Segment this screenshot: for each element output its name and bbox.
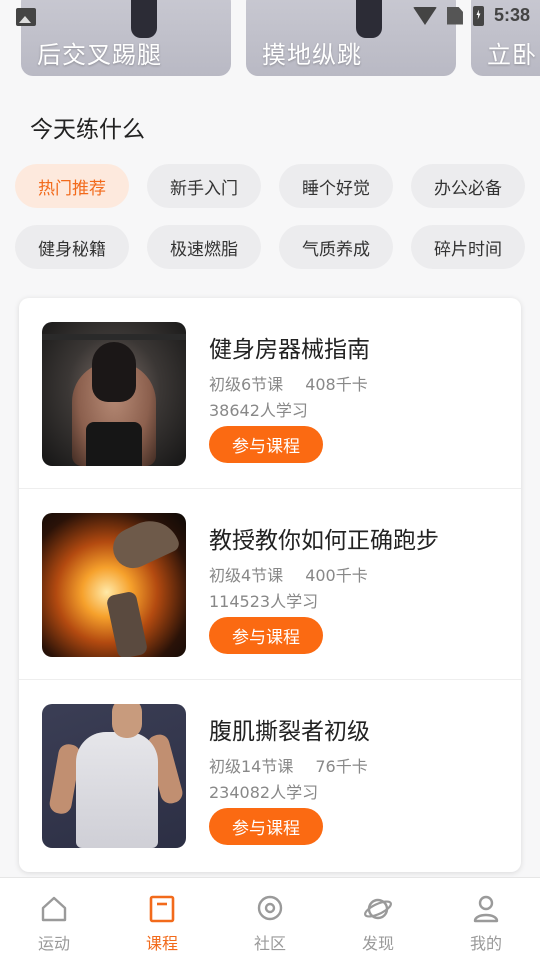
nav-tab-sport[interactable]: 运动 (0, 878, 108, 960)
nav-tab-community[interactable]: 社区 (216, 878, 324, 960)
course-title: 教授教你如何正确跑步 (209, 528, 439, 554)
course-level: 初级4节课 (209, 566, 284, 585)
course-item[interactable]: 教授教你如何正确跑步 初级4节课 400千卡 114523人学习 参与课程 (19, 489, 521, 680)
course-meta: 初级6节课 408千卡 (209, 371, 368, 395)
course-learners: 38642人学习 (209, 401, 308, 420)
course-meta: 初级14节课 76千卡 (209, 753, 368, 777)
category-chips: 热门推荐 新手入门 睡个好觉 办公必备 健身秘籍 极速燃脂 气质养成 碎片时间 (15, 164, 525, 269)
house-icon (41, 896, 67, 922)
nav-label: 运动 (37, 934, 70, 953)
nav-label: 课程 (145, 934, 178, 953)
course-thumbnail (42, 322, 186, 466)
join-course-button[interactable]: 参与课程 (209, 808, 323, 845)
course-icon (149, 895, 175, 923)
course-title: 腹肌撕裂者初级 (209, 719, 370, 745)
course-meta: 初级4节课 400千卡 (209, 562, 368, 586)
person-icon (473, 895, 499, 923)
nav-tab-course[interactable]: 课程 (108, 878, 216, 960)
course-level: 初级6节课 (209, 375, 284, 394)
course-thumbnail (42, 513, 186, 657)
course-calories: 408千卡 (305, 375, 368, 394)
course-learners: 114523人学习 (209, 592, 319, 611)
community-icon (257, 895, 283, 921)
course-list: 健身房器械指南 初级6节课 408千卡 38642人学习 参与课程 教授教你如何… (19, 298, 521, 872)
no-sim-icon (446, 6, 463, 25)
chip-spare-time[interactable]: 碎片时间 (411, 225, 525, 269)
banner-title: 立卧 (487, 41, 537, 69)
course-item[interactable]: 腹肌撕裂者初级 初级14节课 76千卡 234082人学习 参与课程 (19, 680, 521, 871)
nav-tab-discover[interactable]: 发现 (324, 878, 432, 960)
course-calories: 400千卡 (305, 566, 368, 585)
nav-tab-profile[interactable]: 我的 (432, 878, 540, 960)
status-bar: 5:38 (0, 0, 540, 36)
course-level: 初级14节课 (209, 757, 294, 776)
status-icons: 5:38 (412, 5, 530, 26)
nav-label: 我的 (469, 934, 502, 953)
nav-label: 发现 (361, 934, 394, 953)
join-course-button[interactable]: 参与课程 (209, 617, 323, 654)
course-learners: 234082人学习 (209, 783, 319, 802)
bottom-nav: 运动 课程 社区 发现 我的 (0, 877, 540, 960)
join-course-button[interactable]: 参与课程 (209, 426, 323, 463)
course-thumbnail (42, 704, 186, 848)
wifi-icon (412, 6, 437, 25)
course-calories: 76千卡 (315, 757, 368, 776)
banner-title: 摸地纵跳 (262, 41, 362, 69)
course-item[interactable]: 健身房器械指南 初级6节课 408千卡 38642人学习 参与课程 (19, 298, 521, 489)
chip-beginner[interactable]: 新手入门 (147, 164, 261, 208)
chip-good-sleep[interactable]: 睡个好觉 (279, 164, 393, 208)
nav-label: 社区 (253, 934, 286, 953)
chip-fat-burn[interactable]: 极速燃脂 (147, 225, 261, 269)
gallery-notification-icon (16, 8, 36, 26)
planet-icon (364, 898, 392, 920)
banner-title: 后交叉踢腿 (37, 41, 162, 69)
course-title: 健身房器械指南 (209, 337, 370, 363)
status-time: 5:38 (493, 5, 530, 25)
chip-temperament[interactable]: 气质养成 (279, 225, 393, 269)
chip-fitness-tips[interactable]: 健身秘籍 (15, 225, 129, 269)
chip-office[interactable]: 办公必备 (411, 164, 525, 208)
chip-hot-recommend[interactable]: 热门推荐 (15, 164, 129, 208)
battery-charging-icon (472, 5, 484, 26)
section-title: 今天练什么 (30, 117, 145, 143)
